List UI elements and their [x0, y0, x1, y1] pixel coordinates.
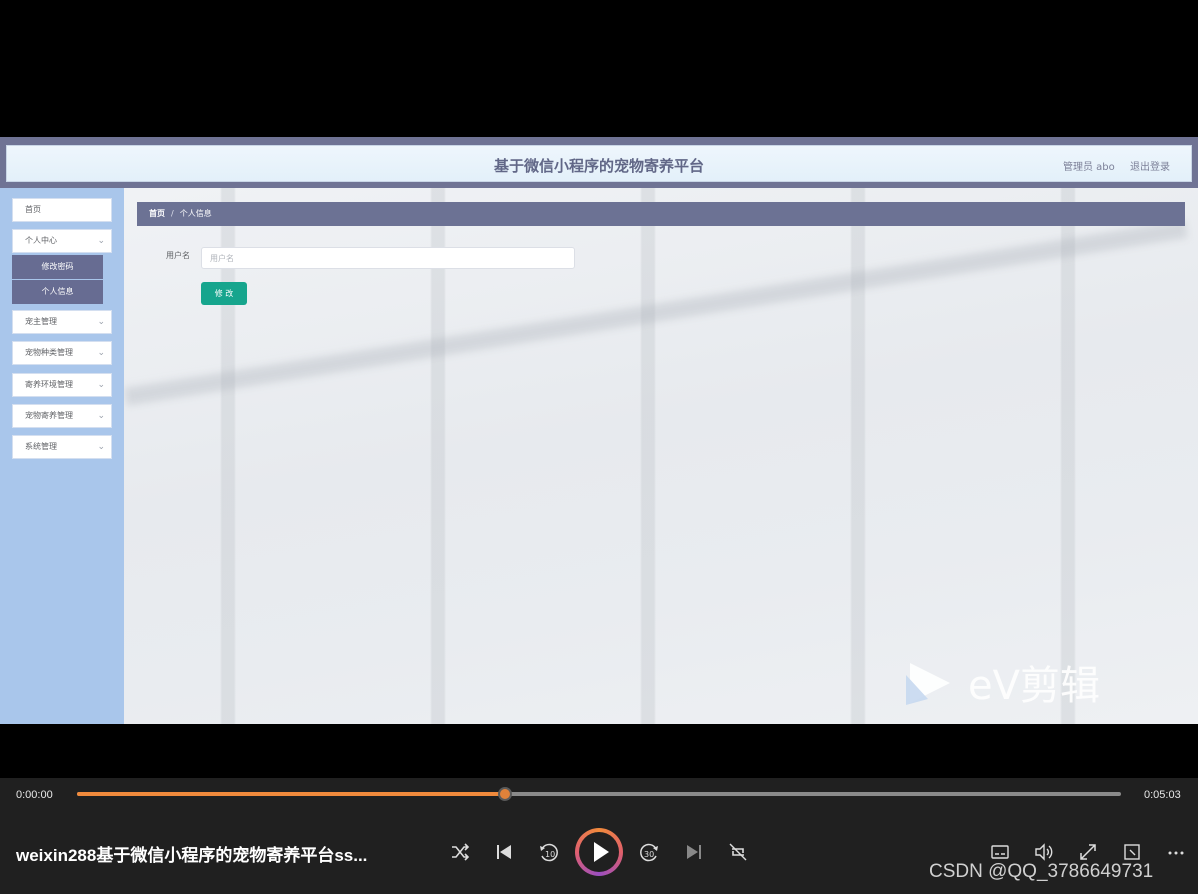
volume-button[interactable] — [1033, 841, 1055, 863]
sidebar-item-pet-category-management[interactable]: 宠物种类管理 ⌄ — [12, 341, 112, 365]
video-progress-thumb[interactable] — [498, 787, 513, 801]
sidebar-item-label: 寄养环境管理 — [25, 380, 73, 389]
skip-back-10-icon: 10 — [540, 843, 558, 862]
sidebar-item-label: 首页 — [25, 205, 41, 214]
username-input-field[interactable] — [201, 247, 575, 269]
video-player-controls: 0:00:00 0:05:03 weixin288基于微信小程序的宠物寄养平台s… — [0, 778, 1198, 894]
logout-link[interactable]: 退出登录 — [1130, 158, 1170, 173]
fullscreen-icon — [1080, 844, 1096, 860]
app-frame: 基于微信小程序的宠物寄养平台 管理员 abo 退出登录 首页 个人中心 ⌄ 修改… — [0, 137, 1198, 724]
skip-forward-30-seconds-button[interactable]: 30 — [639, 841, 661, 863]
video-progress-fill — [77, 792, 506, 796]
sidebar-item-label: 宠物寄养管理 — [25, 411, 73, 420]
svg-text:10: 10 — [545, 850, 555, 859]
subtitles-icon — [991, 845, 1009, 859]
skip-forward-30-icon: 30 — [640, 843, 658, 862]
volume-icon — [1035, 843, 1053, 861]
breadcrumb: 首页 / 个人信息 — [137, 202, 1185, 226]
chevron-down-icon: ⌄ — [97, 411, 105, 421]
username-field-label: 用户名 — [166, 251, 190, 260]
chevron-down-icon: ⌄ — [97, 380, 105, 390]
sidebar: 首页 个人中心 ⌄ 修改密码 个人信息 宠主管理 ⌄ 宠物种类管理 ⌄ 寄养环境… — [0, 188, 124, 724]
play-button[interactable] — [575, 828, 623, 876]
sidebar-item-boarding-environment-management[interactable]: 寄养环境管理 ⌄ — [12, 373, 112, 397]
sidebar-item-label: 宠主管理 — [25, 317, 57, 326]
admin-user-label: 管理员 abo — [1063, 162, 1115, 173]
previous-track-button[interactable] — [493, 841, 515, 863]
shuffle-button[interactable] — [449, 841, 471, 863]
sidebar-item-personal-center[interactable]: 个人中心 ⌄ — [12, 229, 112, 253]
subtitles-button[interactable] — [989, 841, 1011, 863]
mini-player-button[interactable] — [1121, 841, 1143, 863]
sidebar-item-pet-boarding-management[interactable]: 宠物寄养管理 ⌄ — [12, 404, 112, 428]
elapsed-time-label: 0:00:00 — [16, 789, 53, 801]
chevron-down-icon: ⌄ — [97, 348, 105, 358]
ev-editor-watermark-logo: eV剪辑 — [906, 663, 1100, 709]
main-content: 首页 / 个人信息 用户名 修 改 — [124, 188, 1198, 724]
repeat-button[interactable] — [727, 841, 749, 863]
breadcrumb-home-link[interactable]: 首页 — [149, 209, 165, 218]
breadcrumb-current-page: 个人信息 — [179, 209, 212, 218]
app-title: 基于微信小程序的宠物寄养平台 — [493, 157, 704, 175]
submenu-personal-info[interactable]: 个人信息 — [12, 280, 103, 304]
skip-back-10-seconds-button[interactable]: 10 — [537, 841, 559, 863]
video-file-title: weixin288基于微信小程序的宠物寄养平台ss... — [16, 846, 368, 865]
mini-player-icon — [1124, 844, 1140, 860]
video-progress-bar[interactable] — [77, 787, 1121, 801]
repeat-icon — [729, 843, 747, 861]
watermark-text: eV剪辑 — [968, 663, 1100, 709]
csdn-author-watermark: CSDN @QQ_3786649731 — [929, 861, 1154, 882]
breadcrumb-separator: / — [171, 209, 174, 218]
submenu-change-password[interactable]: 修改密码 — [12, 255, 103, 279]
sidebar-item-label: 宠物种类管理 — [25, 348, 73, 357]
previous-icon — [497, 845, 511, 859]
modify-button[interactable]: 修 改 — [201, 282, 247, 305]
sidebar-item-system-management[interactable]: 系统管理 ⌄ — [12, 435, 112, 459]
app-header: 基于微信小程序的宠物寄养平台 管理员 abo 退出登录 — [6, 145, 1192, 182]
sidebar-item-home[interactable]: 首页 — [12, 198, 112, 222]
sidebar-item-label: 系统管理 — [25, 442, 57, 451]
next-icon — [687, 845, 701, 859]
chevron-down-icon: ⌄ — [97, 236, 105, 246]
shuffle-icon — [452, 843, 470, 861]
fullscreen-button[interactable] — [1077, 841, 1099, 863]
chevron-down-icon: ⌄ — [97, 442, 105, 452]
total-duration-label: 0:05:03 — [1144, 789, 1181, 801]
svg-text:30: 30 — [644, 850, 654, 859]
more-options-button[interactable] — [1165, 841, 1187, 863]
sidebar-item-owner-management[interactable]: 宠主管理 ⌄ — [12, 310, 112, 334]
chevron-down-icon: ⌄ — [97, 317, 105, 327]
next-track-button[interactable] — [683, 841, 705, 863]
play-icon — [594, 842, 609, 862]
sidebar-item-label: 个人中心 — [25, 236, 57, 245]
more-icon — [1168, 851, 1184, 855]
